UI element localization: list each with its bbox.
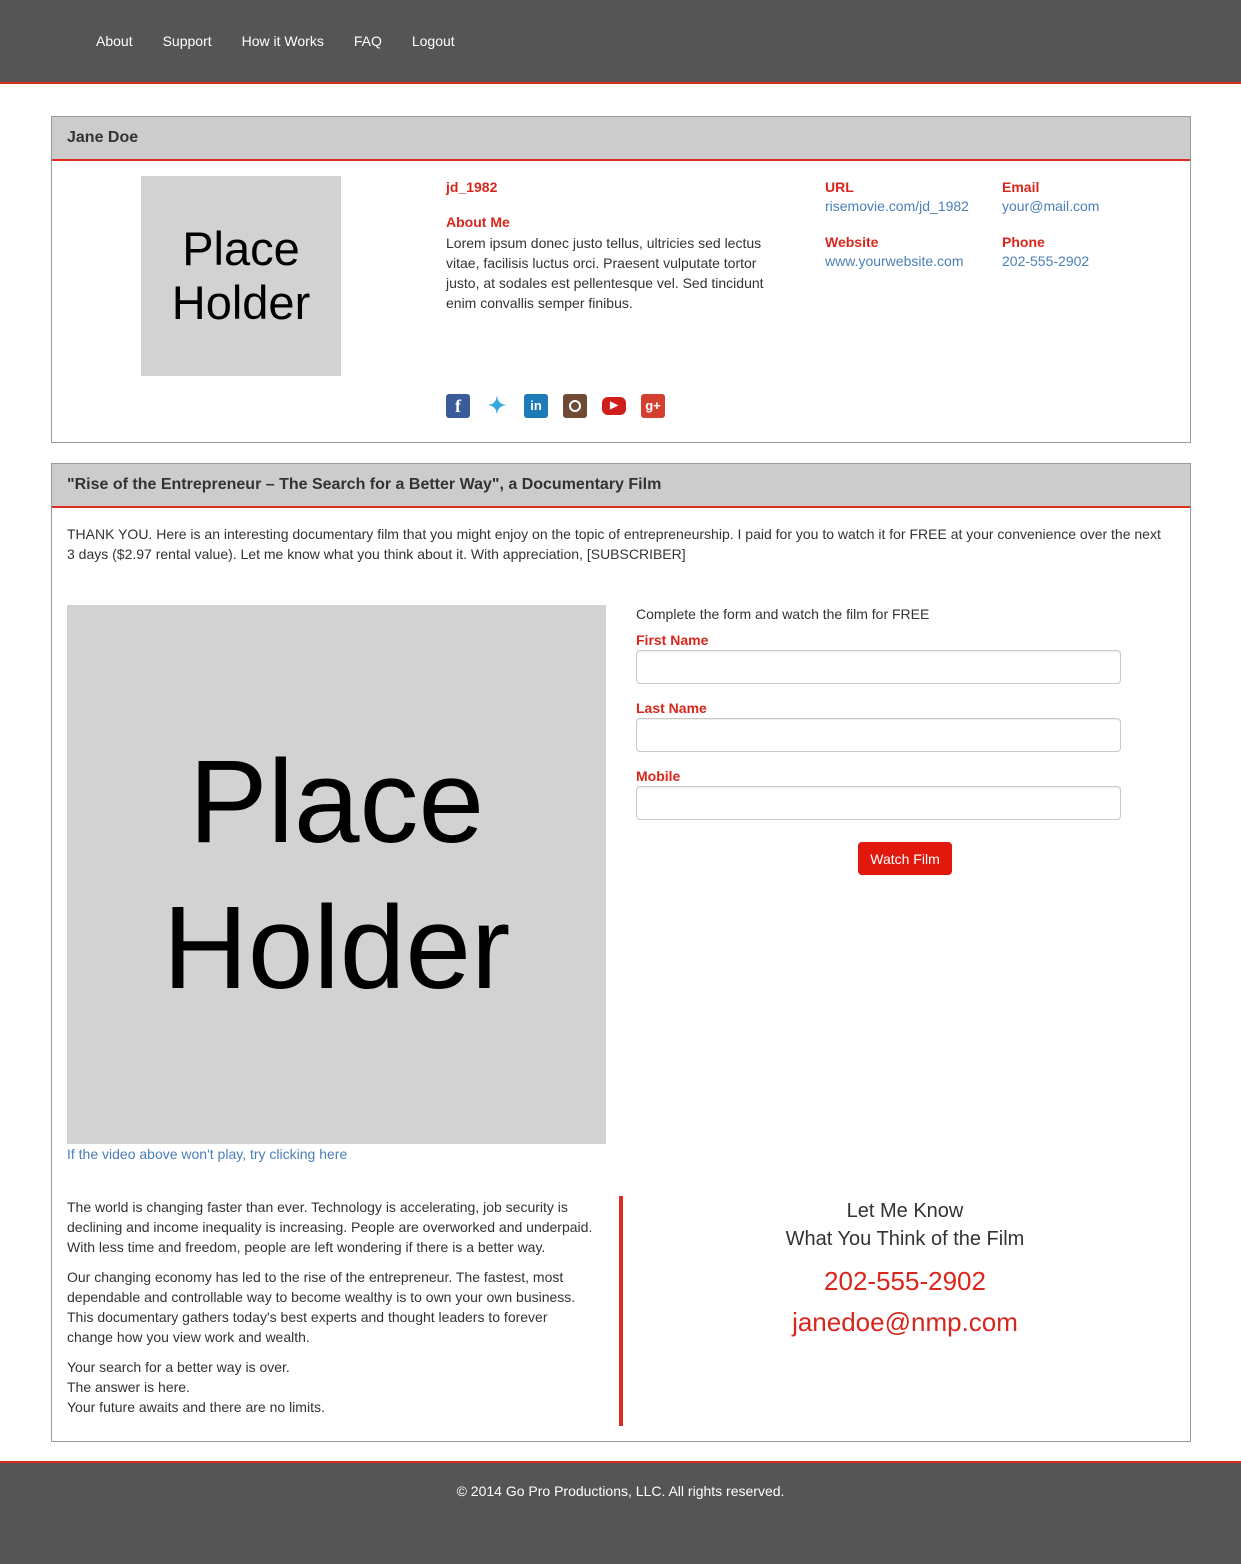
first-name-field[interactable]: [636, 650, 1121, 684]
contact-heading-1: Let Me Know: [846, 1200, 964, 1222]
video-fallback-link[interactable]: If the video above won't play, try click…: [67, 1146, 347, 1162]
last-name-label: Last Name: [636, 700, 707, 716]
phone-link[interactable]: 202-555-2902: [1002, 253, 1089, 269]
google-plus-icon[interactable]: g+: [641, 394, 665, 418]
film-panel: "Rise of the Entrepreneur – The Search f…: [51, 463, 1191, 1442]
phone-block: Phone 202-555-2902: [1002, 234, 1089, 269]
url-label: URL: [825, 179, 854, 195]
film-story: The world is changing faster than ever. …: [67, 1197, 597, 1417]
video-placeholder[interactable]: Place Holder: [67, 605, 606, 1144]
about-me-label: About Me: [446, 214, 510, 230]
section-divider: [619, 1196, 623, 1426]
contact-heading-2: What You Think of the Film: [785, 1228, 1025, 1250]
story-line-3: Your future awaits and there are no limi…: [67, 1399, 325, 1415]
phone-label: Phone: [1002, 234, 1045, 250]
website-link[interactable]: www.yourwebsite.com: [825, 253, 964, 269]
first-name-label: First Name: [636, 632, 709, 648]
email-label: Email: [1002, 179, 1040, 195]
nav-about-link[interactable]: About: [96, 32, 133, 50]
watch-film-button[interactable]: Watch Film: [858, 842, 952, 875]
nav-how-it-works-link[interactable]: How it Works: [242, 32, 324, 50]
mobile-label: Mobile: [636, 768, 681, 784]
contact-phone-link[interactable]: 202-555-2902: [672, 1266, 1138, 1296]
top-nav-bar: About Support How it Works FAQ Logout: [0, 0, 1241, 84]
profile-username: jd_1982: [446, 179, 498, 195]
contact-block: Let Me Know What You Think of the Film 2…: [672, 1197, 1138, 1337]
nav-faq-link[interactable]: FAQ: [354, 32, 382, 50]
story-line-1: Your search for a better way is over.: [67, 1359, 290, 1375]
film-title-heading: "Rise of the Entrepreneur – The Search f…: [52, 464, 1190, 508]
url-link[interactable]: risemovie.com/jd_1982: [825, 198, 969, 214]
contact-email-link[interactable]: janedoe@nmp.com: [672, 1307, 1138, 1337]
youtube-icon[interactable]: ▶: [602, 397, 626, 415]
profile-photo-placeholder: Place Holder: [141, 176, 341, 376]
last-name-field[interactable]: [636, 718, 1121, 752]
instagram-icon[interactable]: [563, 394, 587, 418]
twitter-icon[interactable]: ✦: [485, 394, 509, 418]
film-intro-text: THANK YOU. Here is an interesting docume…: [67, 526, 1161, 562]
linkedin-icon[interactable]: in: [524, 394, 548, 418]
profile-panel: Jane Doe Place Holder jd_1982 About Me L…: [51, 116, 1191, 443]
story-paragraph-2: Our changing economy has led to the rise…: [67, 1269, 576, 1345]
email-block: Email your@mail.com: [1002, 179, 1099, 214]
page-footer: © 2014 Go Pro Productions, LLC. All righ…: [0, 1461, 1241, 1564]
mobile-field[interactable]: [636, 786, 1121, 820]
website-block: Website www.yourwebsite.com: [825, 234, 964, 269]
nav-support-link[interactable]: Support: [163, 32, 212, 50]
story-line-2: The answer is here.: [67, 1379, 190, 1395]
social-links: f ✦ in ▶ g+: [446, 394, 680, 418]
email-link[interactable]: your@mail.com: [1002, 198, 1099, 214]
main-nav: About Support How it Works FAQ Logout: [96, 32, 485, 50]
profile-name-heading: Jane Doe: [52, 117, 1190, 161]
facebook-icon[interactable]: f: [446, 394, 470, 418]
website-label: Website: [825, 234, 879, 250]
about-me-text: Lorem ipsum donec justo tellus, ultricie…: [446, 235, 764, 311]
form-intro: Complete the form and watch the film for…: [636, 606, 930, 622]
nav-logout-link[interactable]: Logout: [412, 32, 455, 50]
watch-film-form: Complete the form and watch the film for…: [636, 606, 1121, 836]
url-block: URL risemovie.com/jd_1982: [825, 179, 969, 214]
footer-copyright: © 2014 Go Pro Productions, LLC. All righ…: [456, 1483, 785, 1499]
story-paragraph-1: The world is changing faster than ever. …: [67, 1199, 593, 1255]
